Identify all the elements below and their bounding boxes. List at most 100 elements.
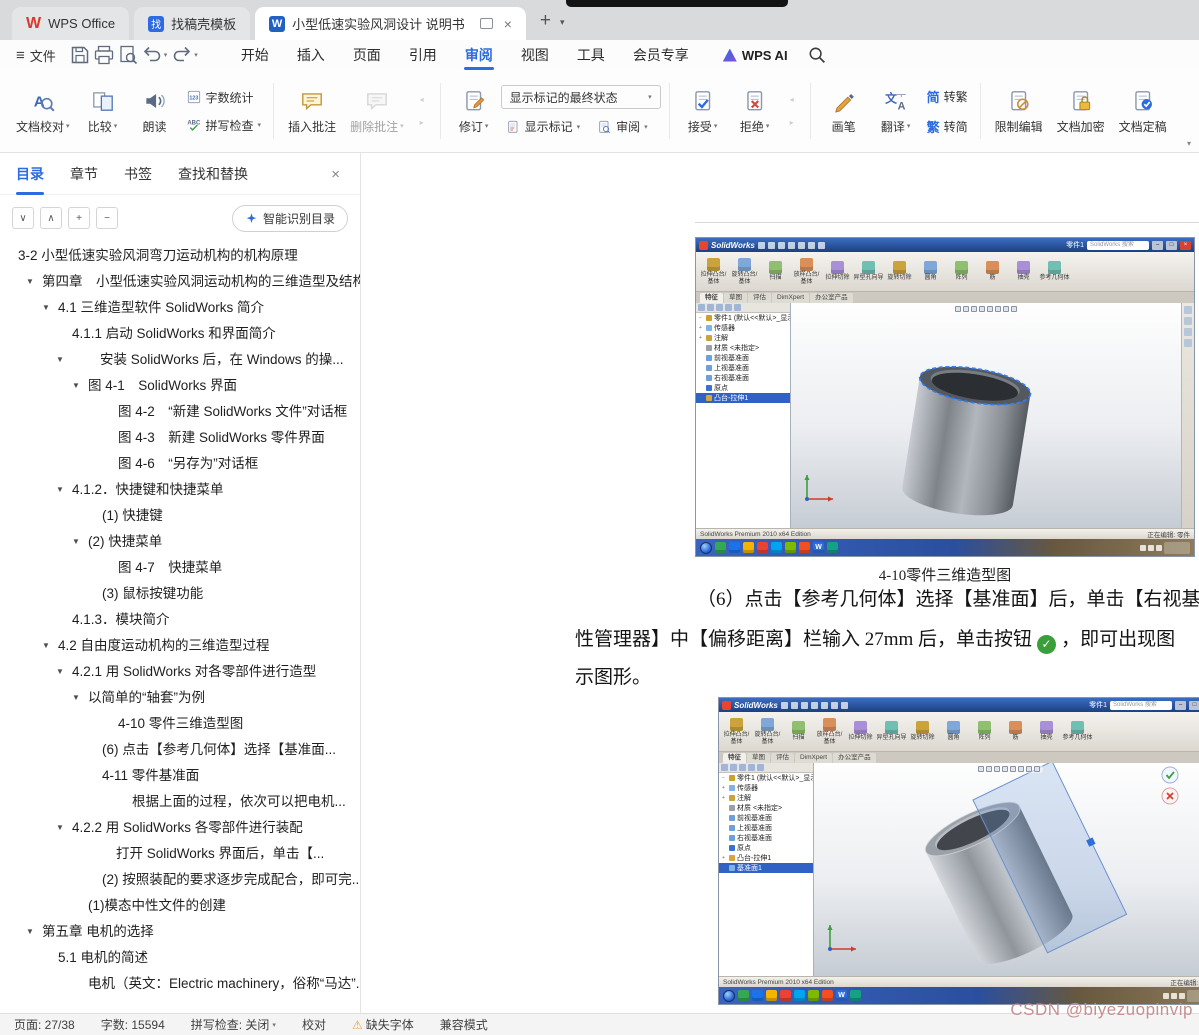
sw-commandmanager-tab[interactable]: 评估 [771, 753, 794, 763]
menu-tab-会员专享[interactable]: 会员专享 [619, 40, 703, 70]
menu-tab-页面[interactable]: 页面 [339, 40, 395, 70]
sw-featuretree-item[interactable]: 材质 <未指定> [696, 343, 790, 353]
outline-item[interactable]: 电机（英文：Electric machinery，俗称“马达”... [0, 971, 360, 997]
taskbar-app-icon[interactable] [738, 990, 749, 1001]
sw-feature-tool[interactable]: 扫描 [760, 261, 791, 282]
outline-item[interactable]: ▼ (2) 快捷菜单 [0, 529, 360, 555]
collapse-arrow-icon[interactable]: ▼ [56, 347, 64, 373]
sw-search-box[interactable]: SolidWorks 搜索 [1110, 700, 1172, 710]
print-button[interactable] [92, 43, 116, 67]
outline-item[interactable]: ▼ 4.1.2．快捷键和快捷菜单 [0, 477, 360, 503]
sw-feature-tool[interactable]: 异型孔向导 [853, 261, 884, 282]
sw-featuretree-item[interactable]: 上视基准面 [719, 823, 813, 833]
outline-item[interactable]: (3) 鼠标按键功能 [0, 581, 360, 607]
sw-feature-tool[interactable]: 旋转凸台/基体 [729, 257, 760, 285]
outline-item[interactable]: 5.1 电机的简述 [0, 945, 360, 971]
taskbar-app-icon[interactable] [794, 990, 805, 1001]
sw-feature-tool[interactable]: 拉伸切除 [845, 721, 876, 742]
outline-item[interactable]: 3-2 小型低速实验风洞弯刀运动机构的机构原理 [0, 243, 360, 269]
sw-feature-tool[interactable]: 旋转凸台/基体 [752, 717, 783, 745]
tab-document[interactable]: W 小型低速实验风洞设计 说明书 × [255, 7, 526, 40]
menu-tab-审阅[interactable]: 审阅 [451, 40, 507, 70]
taskbar-app-icon[interactable] [822, 990, 833, 1001]
file-menu-button[interactable]: ≡ 文件 [4, 46, 68, 65]
sw-featuretree-item[interactable]: −零件1 (默认<<默认>_显示状 [696, 313, 790, 323]
sw-commandmanager-tab[interactable]: 特征 [723, 753, 746, 763]
sw-feature-tool[interactable]: 放样凸台/基体 [791, 257, 822, 285]
sw-commandmanager-tab[interactable]: DimXpert [795, 753, 833, 763]
taskbar-app-icon[interactable] [752, 990, 763, 1001]
outline-item[interactable]: (1) 快捷键 [0, 503, 360, 529]
taskbar-app-icon[interactable] [780, 990, 791, 1001]
taskbar-app-icon[interactable] [743, 542, 754, 553]
sw-feature-tool[interactable]: 圆角 [915, 261, 946, 282]
close-sidebar-icon[interactable]: × [331, 166, 340, 183]
outline-item[interactable]: 4.1.3．模块简介 [0, 607, 360, 633]
collapse-arrow-icon[interactable]: ▼ [26, 269, 34, 295]
comment-bubble-icon[interactable] [479, 18, 493, 29]
redo-button[interactable] [170, 43, 194, 67]
outline-item[interactable]: 4-10 零件三维造型图 [0, 711, 360, 737]
menu-tab-插入[interactable]: 插入 [283, 40, 339, 70]
collapse-arrow-icon[interactable]: ▼ [72, 529, 80, 555]
outline-item[interactable]: ▼ 4.1 三维造型软件 SolidWorks 简介 [0, 295, 360, 321]
restrict-editing-button[interactable]: 限制编辑 [989, 78, 1049, 144]
sw-feature-tool[interactable]: 阵列 [969, 721, 1000, 742]
zoom-out-outline-button[interactable]: − [96, 207, 118, 229]
undo-button[interactable] [140, 43, 164, 67]
sw-maximize-button[interactable]: □ [1189, 700, 1199, 710]
sw-featuretree-item[interactable]: −零件1 (默认<<默认>_显示状 [719, 773, 813, 783]
sw-feature-tool[interactable]: 抽壳 [1008, 261, 1039, 282]
sw-featuretree-item[interactable]: 原点 [696, 383, 790, 393]
outline-item[interactable]: 根据上面的过程，依次可以把电机... [0, 789, 360, 815]
traditional-to-simplified-button[interactable]: 繁 转简 [923, 115, 972, 138]
reject-change-button[interactable]: 拒绝 ▾ [730, 78, 780, 144]
sw-feature-tool[interactable]: 拉伸凸台/基体 [698, 257, 729, 285]
sw-featuretree-item[interactable]: 右视基准面 [696, 373, 790, 383]
sidebar-tab-书签[interactable]: 书签 [124, 153, 152, 195]
sw-close-button[interactable]: × [1180, 240, 1191, 250]
translate-button[interactable]: 文A 翻译 ▾ [871, 78, 921, 144]
print-preview-button[interactable] [116, 43, 140, 67]
menu-tab-开始[interactable]: 开始 [227, 40, 283, 70]
sw-feature-tool[interactable]: 圆角 [938, 721, 969, 742]
sw-commandmanager-tab[interactable]: 办公室产品 [833, 753, 876, 763]
sidebar-tab-目录[interactable]: 目录 [16, 153, 44, 195]
outline-item[interactable]: ▼ 第四章 小型低速实验风洞运动机构的三维造型及结构... [0, 269, 360, 295]
taskbar-app-icon[interactable] [715, 542, 726, 553]
sw-feature-tool[interactable]: 筋 [977, 261, 1008, 282]
word-count-button[interactable]: 123 字数统计 [182, 87, 266, 108]
sw-feature-tool[interactable]: 参考几何体 [1062, 721, 1093, 742]
collapse-all-button[interactable]: ∨ [12, 207, 34, 229]
sw-commandmanager-tab[interactable]: DimXpert [772, 293, 810, 303]
outline-item[interactable]: ▼ 安装 SolidWorks 后，在 Windows 的操... [0, 347, 360, 373]
sw-featuretree-item[interactable]: + 注解 [696, 333, 790, 343]
sw-featuretree-item[interactable]: + 基准面1 [719, 863, 813, 873]
taskbar-app-icon[interactable] [757, 542, 768, 553]
outline-item[interactable]: 图 4-3 新建 SolidWorks 零件界面 [0, 425, 360, 451]
sw-featuretree-item[interactable]: 前视基准面 [719, 813, 813, 823]
sw-feature-tool[interactable]: 参考几何体 [1039, 261, 1070, 282]
outline-item[interactable]: (6) 点击【参考几何体】选择【基准面... [0, 737, 360, 763]
sw-commandmanager-tab[interactable]: 草图 [747, 753, 770, 763]
menu-tab-视图[interactable]: 视图 [507, 40, 563, 70]
sw-featuretree-item[interactable]: 右视基准面 [719, 833, 813, 843]
close-tab-icon[interactable]: × [504, 16, 512, 32]
page-indicator[interactable]: 页面: 27/38 [14, 1016, 75, 1033]
sw-feature-tool[interactable]: 旋转切除 [907, 721, 938, 742]
sw-feature-tool[interactable]: 扫描 [783, 721, 814, 742]
collapse-arrow-icon[interactable]: ▼ [72, 373, 80, 399]
proofing-indicator[interactable]: 校对 [302, 1016, 326, 1033]
sw-feature-tool[interactable]: 旋转切除 [884, 261, 915, 282]
expand-all-button[interactable]: ∧ [40, 207, 62, 229]
show-markup-button[interactable]: 显示标记 ▾ [501, 116, 585, 137]
outline-item[interactable]: 打开 SolidWorks 界面后，单击【... [0, 841, 360, 867]
outline-item[interactable]: ▼ 4.2 自由度运动机构的三维造型过程 [0, 633, 360, 659]
missing-font-indicator[interactable]: ⚠ 缺失字体 [352, 1016, 414, 1033]
menu-tab-引用[interactable]: 引用 [395, 40, 451, 70]
wps-ai-button[interactable]: WPS AI [722, 48, 788, 63]
outline-item[interactable]: 4-11 零件基准面 [0, 763, 360, 789]
sw-feature-tool[interactable]: 阵列 [946, 261, 977, 282]
sidebar-tab-章节[interactable]: 章节 [70, 153, 98, 195]
tab-template-store[interactable]: 找 找稿壳模板 [134, 7, 251, 40]
